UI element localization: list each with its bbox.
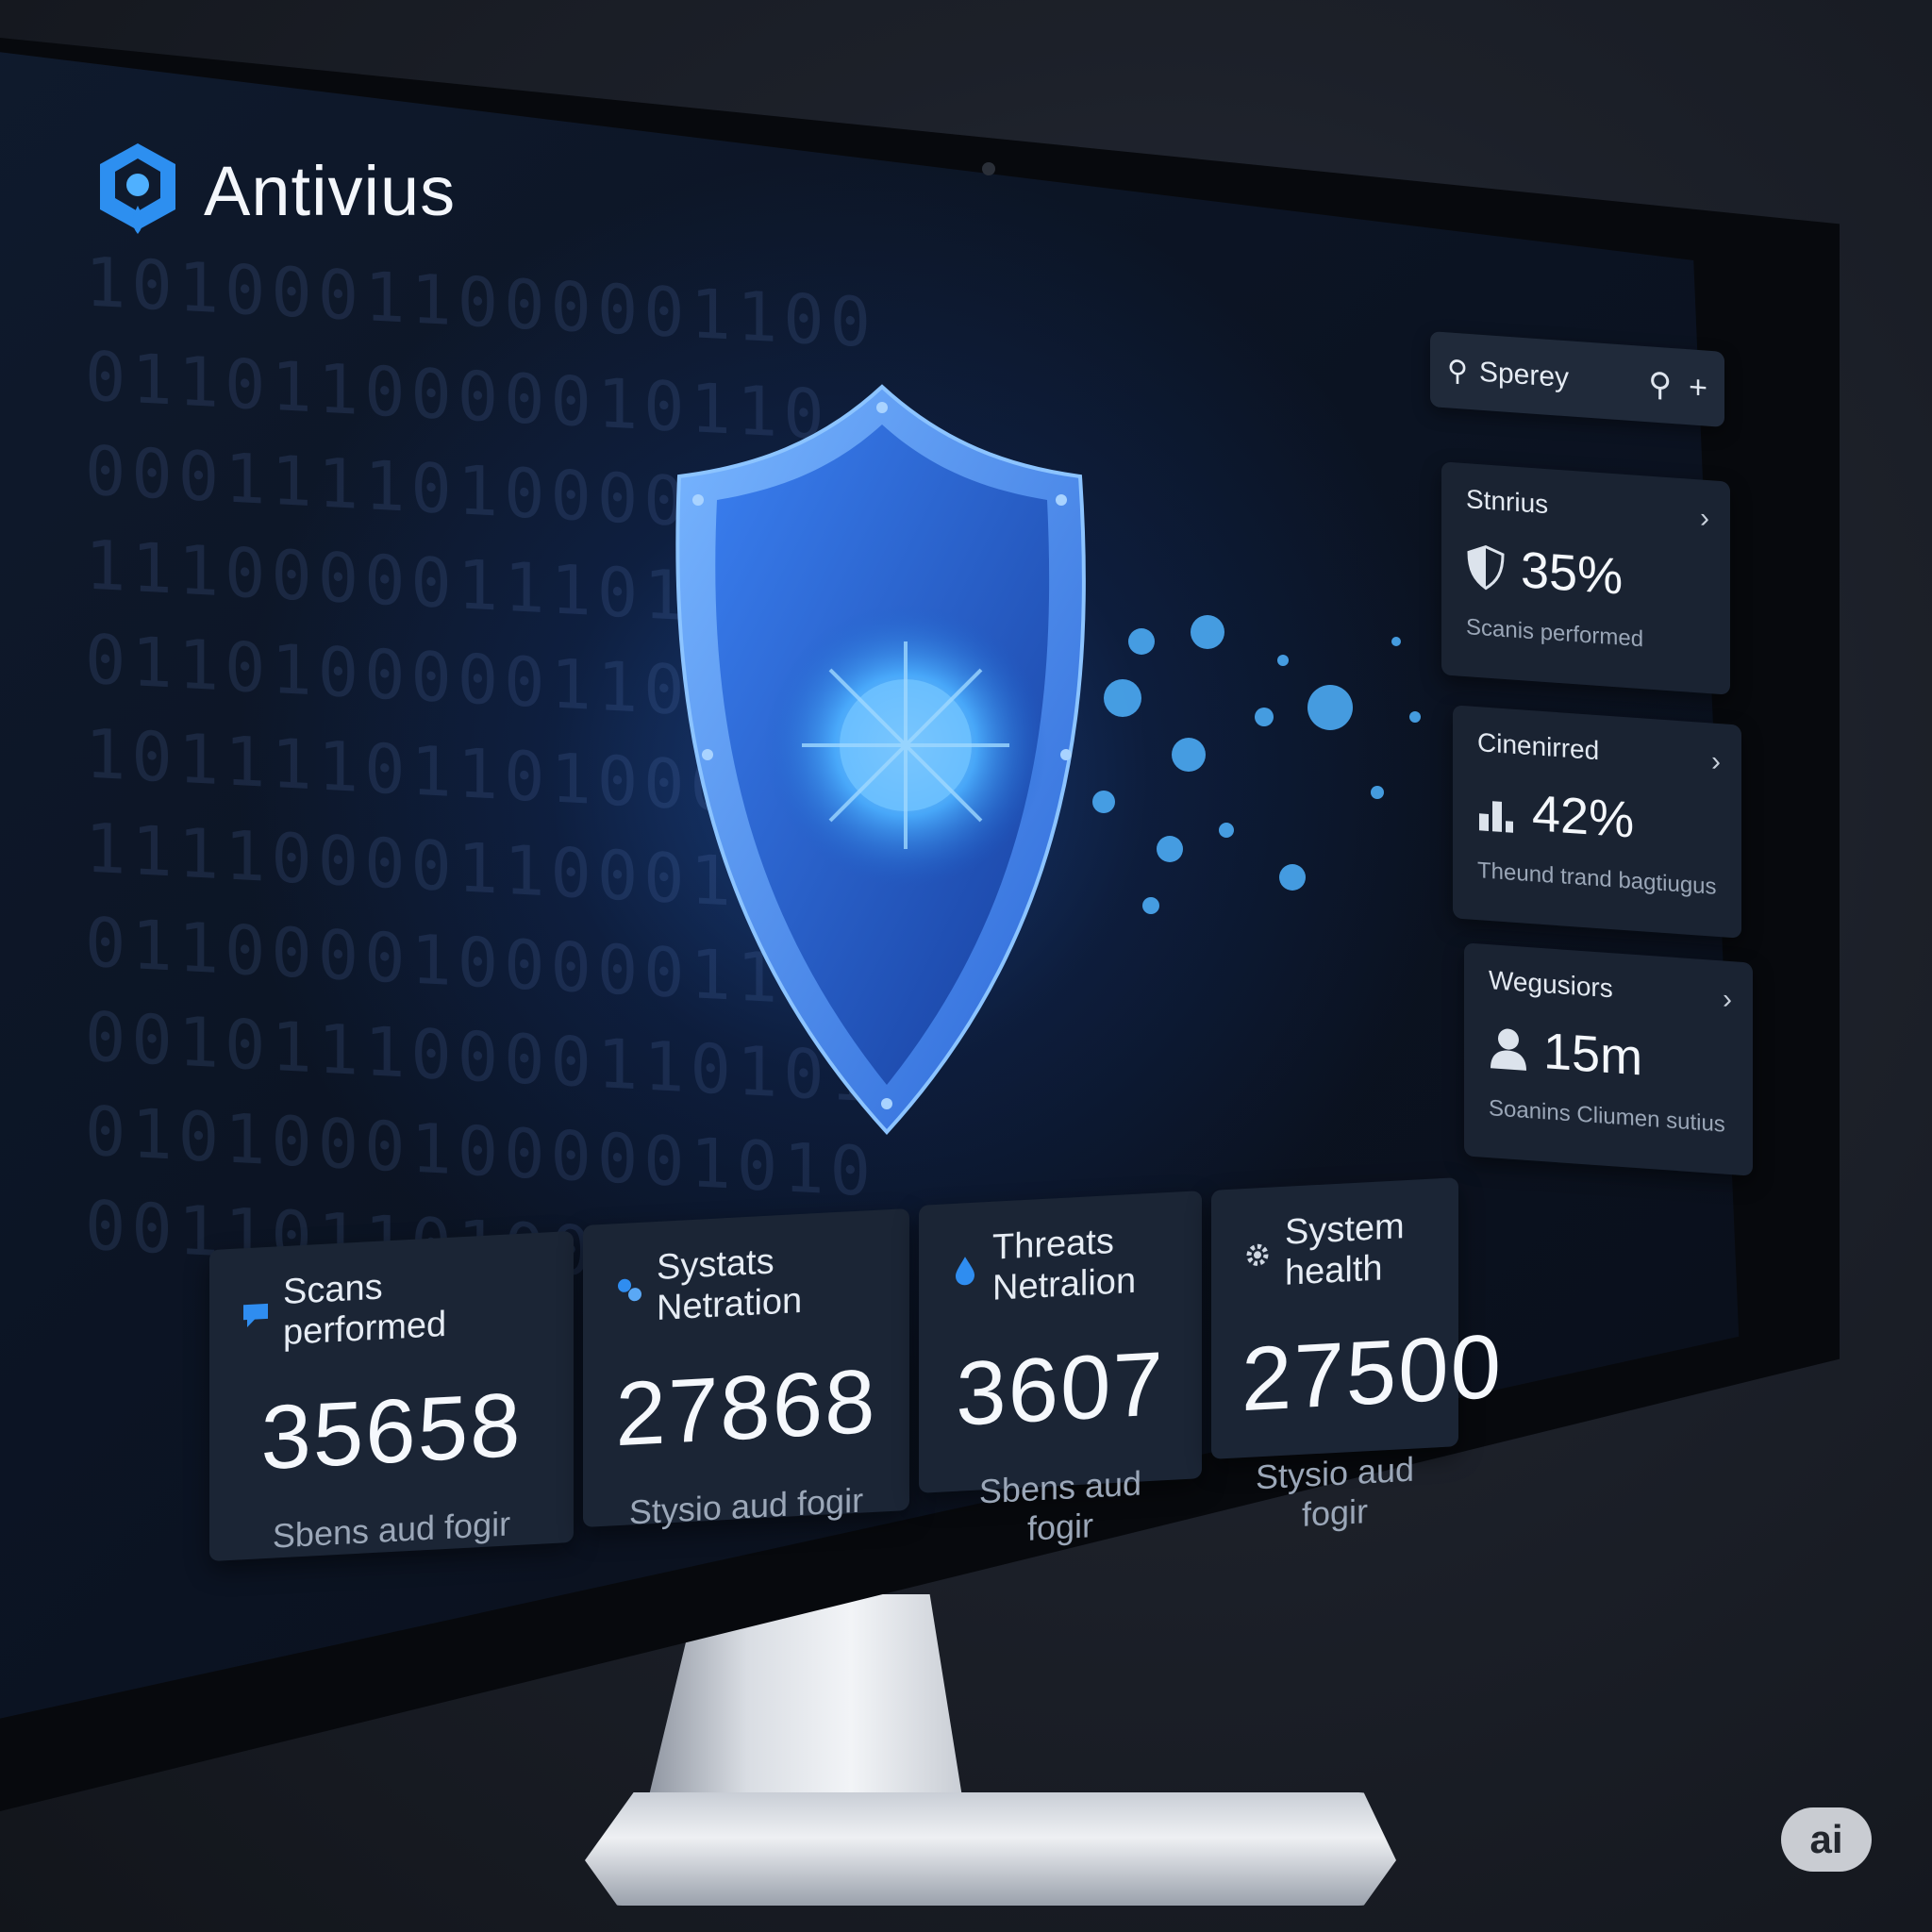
search-input[interactable]: Sperey [1479,357,1631,399]
side-card-subtitle: Scanis performed [1466,614,1644,653]
stat-value: 27868 [615,1350,877,1466]
drop-icon [956,1257,974,1286]
side-card-status[interactable]: Stnrius › 35% Scanis performed [1441,461,1730,695]
stat-label: Systats Netration [657,1241,803,1328]
user-icon [1491,1028,1526,1071]
side-card-subtitle: Soanins Cliumen sutius [1489,1095,1725,1138]
plus-icon[interactable]: + [1689,369,1707,407]
chevron-right-icon[interactable]: › [1723,983,1732,1016]
side-card-title: Cinenirred [1477,727,1600,766]
side-card-sessions[interactable]: Wegusiors › 15m Soanins Cliumen sutius [1464,942,1753,1176]
bar-chart-icon [1479,801,1513,833]
side-card-value: 42% [1532,785,1635,849]
app-name: Antivius [204,151,457,230]
stat-value: 3607 [956,1333,1165,1445]
stat-value: 27500 [1241,1315,1503,1431]
side-card-contained[interactable]: Cinenirred › 42% Theund trand bagtiugus [1453,705,1741,939]
gear-icon [1246,1243,1269,1266]
stat-label: System health [1285,1207,1405,1293]
side-card-value: 15m [1543,1023,1643,1087]
stat-label: Threats Netralion [992,1222,1137,1308]
app-logo-icon [100,143,175,234]
stat-card-scans[interactable]: Scans performed 35658 Sbens aud fogir [209,1230,574,1562]
search-icon[interactable]: ⚲ [1648,365,1672,405]
webcam [982,162,995,175]
shield-icon [1467,544,1505,591]
side-card-title: Stnrius [1466,484,1549,520]
chevron-right-icon[interactable]: › [1700,502,1709,535]
stat-value: 35658 [260,1374,523,1490]
stat-subtitle: Stysio aud fogir [1255,1449,1415,1534]
ai-badge: ai [1781,1807,1872,1872]
stat-label: Scans performed [283,1267,447,1354]
search-lead-icon: ⚲ [1447,354,1468,388]
chat-bubble-icon [243,1303,268,1328]
side-card-value: 35% [1521,541,1624,606]
stat-card-system-health[interactable]: System health 27500 Stysio aud fogir [1211,1177,1503,1534]
side-card-subtitle: Theund trand bagtiugus [1477,858,1717,900]
cog-cluster-icon [618,1278,641,1302]
app-brand[interactable]: Antivius [94,140,456,242]
stat-card-threats[interactable]: Threats Netralion 3607 Sbens aud fogir [919,1191,1202,1548]
stat-card-systats[interactable]: Systats Netration 27868 Stysio aud fogir [583,1208,909,1532]
chevron-right-icon[interactable]: › [1711,745,1721,778]
stat-subtitle: Sbens aud fogir [978,1463,1142,1548]
monitor-stand-base [585,1792,1396,1906]
side-card-title: Wegusiors [1489,965,1613,1004]
shield-virus-illustration [675,384,1421,1135]
